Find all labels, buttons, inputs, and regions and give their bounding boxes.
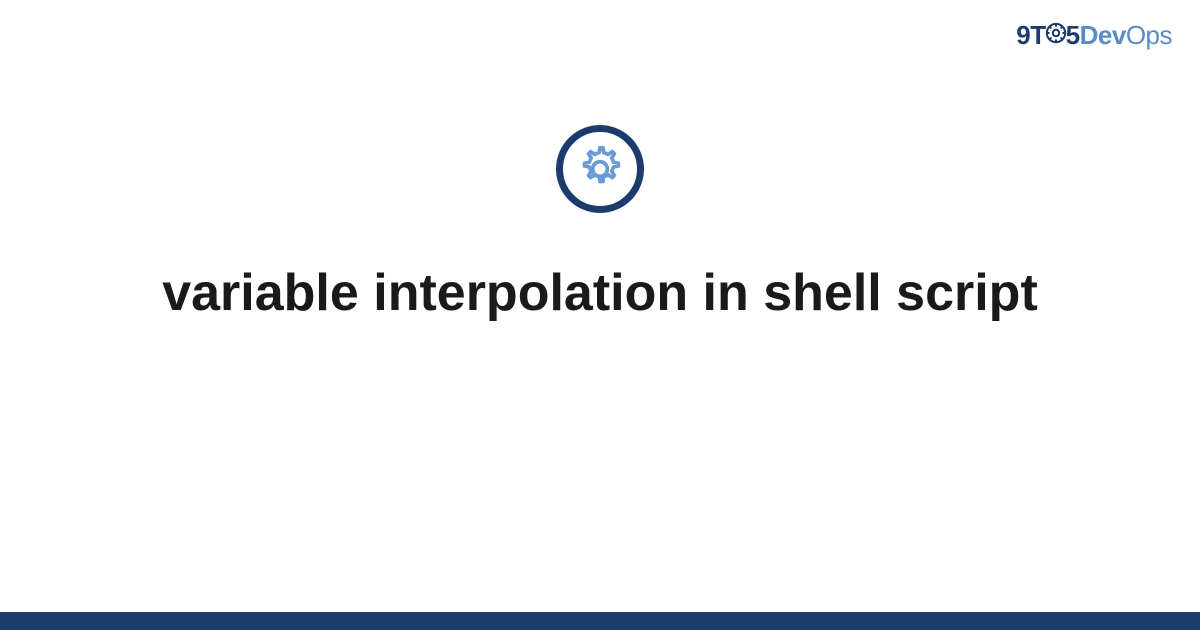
gear-icon: [575, 144, 625, 194]
logo-gear-icon: [1045, 20, 1067, 51]
page-title: variable interpolation in shell script: [162, 261, 1038, 326]
logo-text-dev: Dev: [1080, 20, 1126, 50]
brand-logo: 9T 5DevOps: [1016, 20, 1172, 53]
logo-text-t: T: [1030, 20, 1045, 50]
logo-text-9: 9: [1016, 20, 1030, 50]
logo-text-5: 5: [1066, 20, 1080, 50]
main-content: variable interpolation in shell script: [0, 125, 1200, 326]
gear-badge: [556, 125, 644, 213]
logo-text-ops: Ops: [1126, 20, 1172, 50]
footer-bar: [0, 612, 1200, 630]
